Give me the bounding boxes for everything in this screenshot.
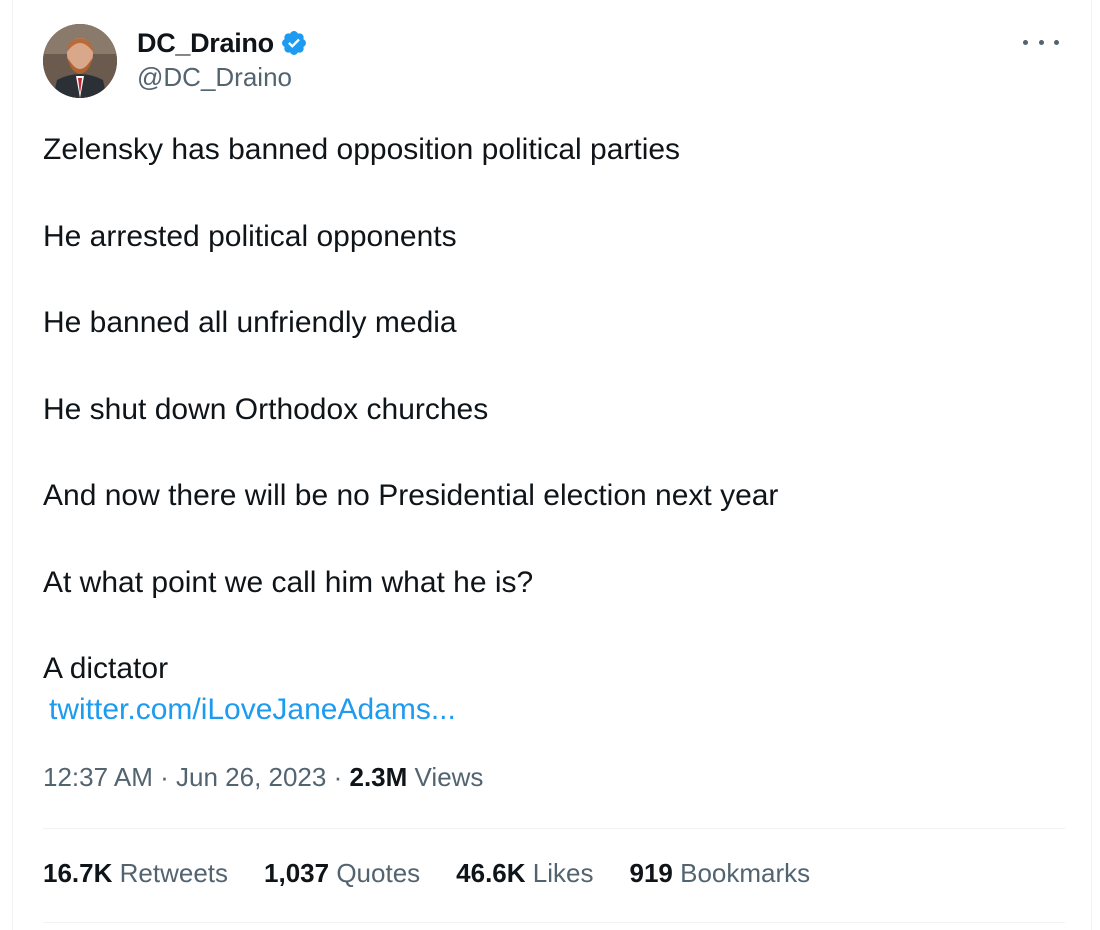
bookmarks-stat[interactable]: 919 Bookmarks: [629, 858, 810, 889]
tweet-line: At what point we call him what he is?: [43, 565, 534, 599]
tweet-line: Zelensky has banned opposition political…: [43, 133, 681, 166]
tweet-line: He arrested political opponents: [43, 219, 457, 253]
retweets-stat[interactable]: 16.7K Retweets: [43, 858, 228, 889]
quotes-stat[interactable]: 1,037 Quotes: [264, 858, 420, 889]
likes-count: 46.6K: [456, 858, 526, 888]
bookmarks-count: 919: [629, 858, 673, 888]
tweet-card: DC_Draino @DC_Draino Zelensky has banned…: [12, 0, 1092, 930]
user-avatar[interactable]: [43, 24, 117, 98]
tweet-text: Zelensky has banned opposition political…: [43, 128, 1053, 690]
bookmarks-label: Bookmarks: [680, 858, 811, 888]
likes-label: Likes: [532, 858, 594, 888]
quotes-label: Quotes: [336, 858, 421, 888]
meta-separator: ·: [333, 762, 343, 792]
retweets-label: Retweets: [119, 858, 229, 888]
more-dot: [1054, 39, 1059, 45]
tweet-line: He shut down Orthodox churches: [43, 392, 489, 426]
meta-separator: ·: [160, 762, 169, 792]
tweet-time[interactable]: 12:37 AM: [43, 762, 153, 792]
quotes-count: 1,037: [264, 858, 330, 888]
author-handle[interactable]: @DC_Draino: [137, 62, 292, 93]
views-label: Views: [414, 762, 484, 792]
avatar-image: [43, 24, 117, 98]
author-name-row: DC_Draino: [137, 26, 308, 60]
verified-badge-icon: [280, 29, 308, 57]
tweet-line: And now there will be no Presidential el…: [43, 479, 779, 512]
tweet-meta: 12:37 AM · Jun 26, 2023 · 2.3M Views: [43, 762, 483, 793]
tweet-link[interactable]: twitter.com/iLoveJaneAdams...: [49, 693, 456, 727]
likes-stat[interactable]: 46.6K Likes: [456, 858, 593, 889]
engagement-stats: 16.7K Retweets 1,037 Quotes 46.6K Likes …: [43, 858, 846, 889]
views-count: 2.3M: [349, 762, 408, 792]
more-dot: [1023, 39, 1028, 45]
author-display-name[interactable]: DC_Draino: [137, 28, 274, 59]
tweet-line: He banned all unfriendly media: [43, 306, 457, 339]
more-dot: [1038, 39, 1044, 45]
retweets-count: 16.7K: [43, 858, 113, 888]
tweet-date[interactable]: Jun 26, 2023: [176, 762, 326, 792]
divider: [43, 828, 1065, 829]
more-options-icon[interactable]: [1023, 30, 1059, 54]
tweet-line: A dictator: [43, 652, 169, 685]
divider: [43, 922, 1065, 923]
